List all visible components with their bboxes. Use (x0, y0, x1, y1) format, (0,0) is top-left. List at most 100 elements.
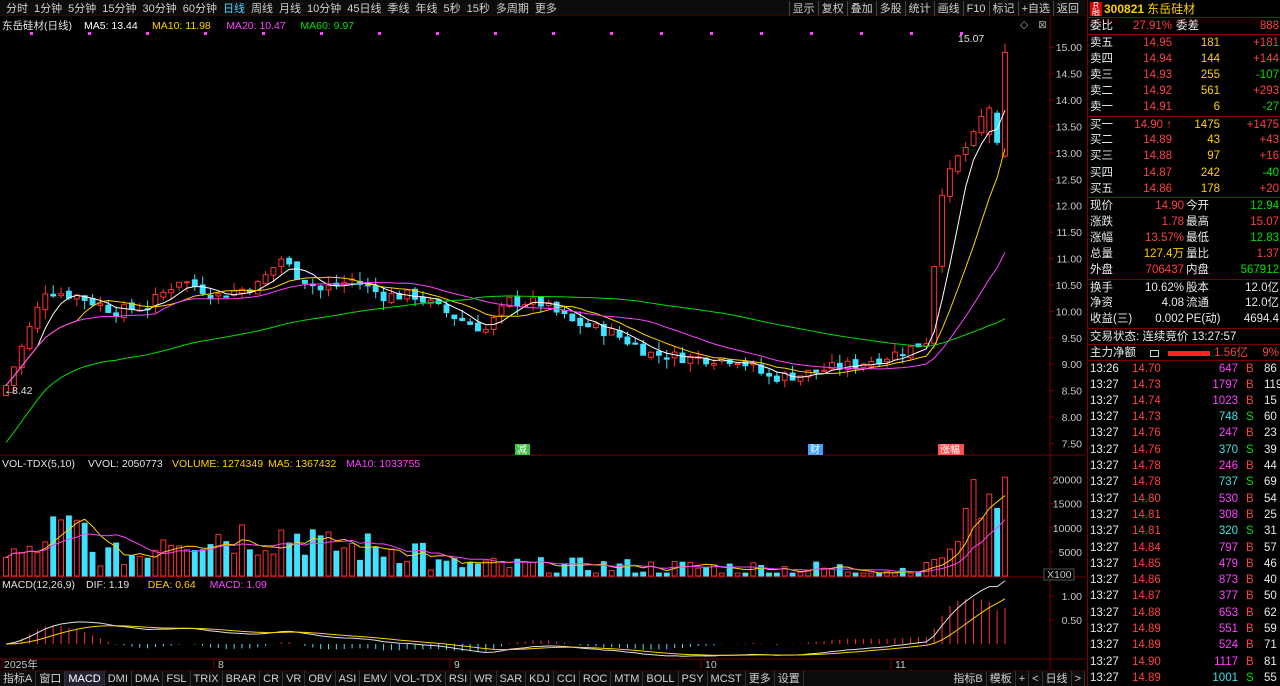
indicator-tab-9[interactable]: VR (283, 671, 306, 686)
diamond-icon: ◇ (1020, 19, 1029, 31)
period-tab-6[interactable]: 日线 (220, 1, 248, 16)
indicator-tab-2[interactable]: MACD (65, 671, 105, 686)
tick-volume: 797 (1218, 541, 1238, 554)
volume-bar (577, 557, 584, 577)
toolbar-button-2[interactable]: 叠加 (846, 1, 876, 16)
indicator-tab-4[interactable]: DMA (132, 671, 164, 686)
indicator-tab-19[interactable]: ROC (580, 671, 612, 686)
volume-bar (939, 557, 946, 577)
kline-chart[interactable]: 15.00 14.50 14.00 13.50 13.00 12.50 12.00 11.50… (0, 16, 1085, 670)
volume-bars (3, 476, 1008, 577)
tick-volume: 308 (1218, 508, 1238, 521)
period-tab-12[interactable]: 年线 (413, 1, 441, 16)
toolbar-button-9[interactable]: 返回 (1053, 1, 1082, 16)
stat-label: 量比 (1186, 248, 1209, 261)
main-title: 东岳硅材(日线) (2, 19, 72, 32)
indicator-tab-7[interactable]: BRAR (223, 671, 261, 686)
period-tab-11[interactable]: 季线 (385, 1, 413, 16)
period-tab-5[interactable]: 60分钟 (180, 1, 220, 16)
indicator-tab-10[interactable]: OBV (305, 671, 336, 686)
stat-label: 收益(三) (1090, 313, 1133, 326)
candle-body (577, 317, 584, 326)
indicator-tab-22[interactable]: PSY (679, 671, 708, 686)
ma10-line (5, 148, 1006, 386)
indicator-tab-14[interactable]: RSI (446, 671, 472, 686)
indicator-tab-16[interactable]: SAR (497, 671, 527, 686)
tick-price: 14.81 (1132, 508, 1161, 521)
tick-volume: 1797 (1212, 378, 1238, 391)
vol-axis-label: 20000 (1053, 475, 1082, 487)
indicator-tab-8[interactable]: CR (260, 671, 284, 686)
indicator-tab-23[interactable]: MCST (708, 671, 746, 686)
bottom-right-button-1[interactable]: 模板 (987, 671, 1016, 686)
indicator-tab-18[interactable]: CCI (554, 671, 580, 686)
tick-price: 14.81 (1132, 525, 1161, 538)
indicator-tab-5[interactable]: FSL (163, 671, 191, 686)
bottom-right-button-0[interactable]: 指标B (950, 671, 987, 686)
candle-body (301, 279, 308, 284)
ask-volume: 181 (1200, 37, 1220, 50)
period-tab-9[interactable]: 10分钟 (304, 1, 344, 16)
event-dot (960, 32, 963, 35)
candle-body (419, 296, 426, 303)
quote-row: 13:27 14.80 530 B 54 (1088, 491, 1280, 507)
toolbar-button-0[interactable]: 显示 (788, 1, 818, 16)
indicator-tab-3[interactable]: DMI (105, 671, 132, 686)
volume-bar (3, 556, 9, 577)
period-tab-15[interactable]: 多周期 (493, 1, 532, 16)
bottom-right-button-4[interactable]: 日线 (1043, 671, 1072, 686)
period-tab-0[interactable]: 分时 (3, 1, 31, 16)
indicator-tab-24[interactable]: 更多 (746, 671, 775, 686)
indicator-tab-0[interactable]: 指标A (0, 671, 37, 686)
bid-price: 14.87 (1143, 166, 1172, 179)
volume-bar (860, 572, 867, 577)
bottom-right-button-3[interactable]: < (1029, 671, 1043, 686)
indicator-tab-15[interactable]: WR (471, 671, 497, 686)
indicator-tab-1[interactable]: 窗口 (36, 671, 66, 686)
tick-time: 13:27 (1090, 606, 1119, 619)
candle-body (34, 306, 41, 329)
toolbar-button-7[interactable]: 标记 (988, 1, 1018, 16)
period-tab-14[interactable]: 15秒 (464, 1, 493, 16)
tick-direction: B (1246, 460, 1254, 473)
period-tab-2[interactable]: 5分钟 (65, 1, 99, 16)
tick-time: 13:27 (1090, 622, 1119, 635)
toolbar-button-3[interactable]: 多股 (875, 1, 905, 16)
volume-bar (18, 551, 25, 577)
period-tab-7[interactable]: 周线 (248, 1, 276, 16)
main-flow-value: 1.56亿 (1214, 346, 1248, 359)
indicator-tab-20[interactable]: MTM (611, 671, 644, 686)
candle-body (270, 267, 277, 276)
ask-label: 卖五 (1090, 37, 1113, 50)
volume-bar (412, 543, 418, 577)
ask-price: 14.91 (1143, 101, 1172, 114)
period-tab-10[interactable]: 45日线 (344, 1, 384, 16)
indicator-tab-21[interactable]: BOLL (643, 671, 679, 686)
period-tab-8[interactable]: 月线 (276, 1, 304, 16)
event-dot (610, 32, 613, 35)
ask-volume: 561 (1200, 85, 1220, 98)
period-tab-16[interactable]: 更多 (532, 1, 560, 16)
indicator-tab-11[interactable]: ASI (336, 671, 361, 686)
indicator-tab-12[interactable]: EMV (360, 671, 392, 686)
toolbar-button-4[interactable]: 统计 (904, 1, 934, 16)
tick-price: 14.84 (1132, 541, 1161, 554)
bottom-right-button-2[interactable]: + (1016, 671, 1030, 686)
bottom-right-button-5[interactable]: > (1072, 671, 1085, 686)
toolbar-button-1[interactable]: 复权 (817, 1, 847, 16)
toolbar-button-8[interactable]: +自选 (1017, 1, 1053, 16)
period-tab-1[interactable]: 1分钟 (31, 1, 65, 16)
volume-bar (616, 563, 623, 577)
indicator-tab-6[interactable]: TRIX (191, 671, 223, 686)
toolbar-button-5[interactable]: 画线 (933, 1, 963, 16)
indicator-tab-13[interactable]: VOL-TDX (391, 671, 446, 686)
period-tab-13[interactable]: 5秒 (441, 1, 464, 16)
price-axis-label: 10.50 (1056, 280, 1082, 292)
indicator-tab-17[interactable]: KDJ (526, 671, 554, 686)
candle-body (884, 358, 890, 363)
period-tab-3[interactable]: 15分钟 (99, 1, 139, 16)
volume-bar (341, 547, 348, 577)
period-tab-4[interactable]: 30分钟 (140, 1, 180, 16)
toolbar-button-6[interactable]: F10 (962, 1, 989, 16)
indicator-tab-25[interactable]: 设置 (775, 671, 804, 686)
